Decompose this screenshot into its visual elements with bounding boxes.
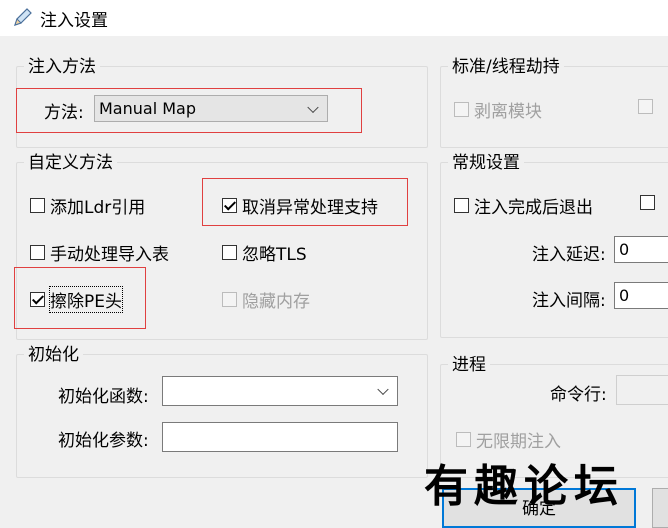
manual-import-checkbox[interactable]: 手动处理导入表 bbox=[30, 240, 169, 265]
highlight-erase-pe bbox=[14, 267, 146, 329]
ignore-tls-checkbox[interactable]: 忽略TLS bbox=[222, 240, 307, 265]
interval-label: 注入间隔: bbox=[532, 291, 606, 311]
cmdline-label: 命令行: bbox=[550, 385, 607, 405]
watermark-text: 有趣论坛 bbox=[424, 461, 624, 512]
window-title: 注入设置 bbox=[40, 11, 108, 31]
standard-hijack-legend: 标准/线程劫持 bbox=[448, 57, 564, 77]
highlight-cancel-exception bbox=[202, 178, 408, 226]
exit-after-inject-label: 注入完成后退出 bbox=[474, 198, 593, 218]
partial-checkbox-box-2[interactable] bbox=[640, 195, 655, 210]
second-button[interactable] bbox=[652, 488, 668, 528]
inject-method-legend: 注入方法 bbox=[24, 57, 100, 77]
chevron-down-icon bbox=[377, 383, 389, 396]
interval-input[interactable]: 0 bbox=[614, 282, 668, 309]
strip-module-box bbox=[454, 102, 469, 117]
cmdline-input[interactable] bbox=[616, 375, 668, 405]
ignore-tls-box bbox=[222, 245, 237, 260]
init-args-input[interactable] bbox=[162, 422, 398, 452]
delay-input[interactable]: 0 bbox=[614, 236, 668, 263]
add-ldr-ref-checkbox[interactable]: 添加Ldr引用 bbox=[30, 193, 145, 218]
add-ldr-ref-label: 添加Ldr引用 bbox=[50, 198, 146, 218]
general-legend: 常规设置 bbox=[448, 153, 524, 173]
ignore-tls-label: 忽略TLS bbox=[242, 245, 307, 265]
custom-method-legend: 自定义方法 bbox=[24, 153, 117, 173]
init-group bbox=[16, 354, 428, 478]
hide-memory-checkbox[interactable]: 隐藏内存 bbox=[222, 287, 310, 312]
highlight-method bbox=[16, 88, 362, 133]
strip-module-label: 剥离模块 bbox=[474, 102, 542, 122]
exit-after-inject-box bbox=[454, 198, 469, 213]
init-args-label: 初始化参数: bbox=[58, 431, 149, 451]
init-func-label: 初始化函数: bbox=[58, 387, 149, 407]
hide-memory-label: 隐藏内存 bbox=[242, 292, 310, 312]
infinite-inject-checkbox[interactable]: 无限期注入 bbox=[456, 427, 561, 452]
add-ldr-ref-box bbox=[30, 198, 45, 213]
hide-memory-box bbox=[222, 292, 237, 307]
infinite-inject-box bbox=[456, 432, 471, 447]
strip-module-checkbox[interactable]: 剥离模块 bbox=[454, 97, 542, 122]
infinite-inject-label: 无限期注入 bbox=[476, 432, 561, 452]
manual-import-label: 手动处理导入表 bbox=[50, 245, 169, 265]
delay-label: 注入延迟: bbox=[532, 245, 606, 265]
init-legend: 初始化 bbox=[24, 345, 83, 365]
init-func-select[interactable] bbox=[162, 376, 398, 406]
manual-import-box bbox=[30, 245, 45, 260]
delay-value: 0 bbox=[619, 240, 630, 259]
exit-after-inject-checkbox[interactable]: 注入完成后退出 bbox=[454, 193, 593, 218]
title-bar: 注入设置 bbox=[0, 0, 668, 36]
pencil-icon bbox=[14, 8, 32, 26]
interval-value: 0 bbox=[619, 286, 630, 305]
partial-checkbox-box[interactable] bbox=[638, 99, 653, 114]
process-legend: 进程 bbox=[448, 355, 490, 375]
watermark-logo: 有趣论坛 bbox=[424, 450, 624, 514]
